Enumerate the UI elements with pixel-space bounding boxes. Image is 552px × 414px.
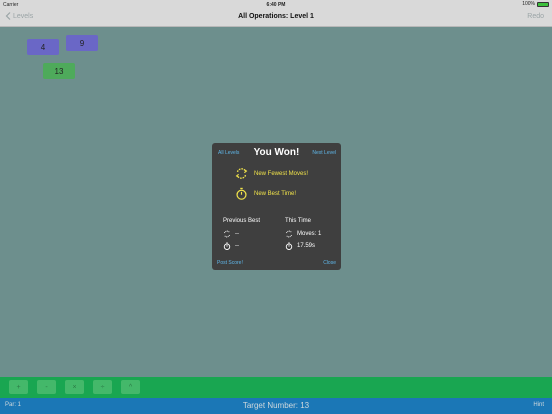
award-time-label: New Best Time! [254, 190, 297, 197]
previous-moves-row: -- [223, 228, 260, 240]
power-operation-button[interactable]: ^ [121, 380, 140, 394]
previous-best-section: Previous Best -- -- [223, 218, 260, 252]
moves-cycle-icon [286, 230, 292, 238]
moves-cycle-icon [224, 230, 230, 238]
status-bar: Carrier 6:40 PM 100% [0, 0, 552, 9]
navigation-bar: Levels All Operations: Level 1 Redo [0, 9, 552, 27]
previous-best-heading: Previous Best [223, 218, 261, 224]
previous-time-row: -- [223, 240, 260, 252]
award-fewest-moves: New Fewest Moves! [235, 167, 308, 180]
this-moves-value: Moves: 1 [297, 231, 322, 237]
battery-percent: 100% [522, 1, 535, 7]
win-dialog: All Levels You Won! Next Level New Fewes… [212, 143, 341, 270]
battery-icon [537, 1, 549, 7]
number-tile[interactable]: 4 [27, 39, 59, 55]
battery-indicator: 100% [522, 1, 549, 7]
this-time-row: 17.59s [285, 240, 321, 252]
stopwatch-icon [236, 187, 247, 200]
status-time: 6:40 PM [266, 2, 286, 8]
redo-button[interactable]: Redo [527, 13, 544, 20]
this-time-heading: This Time [285, 218, 312, 224]
this-moves-row: Moves: 1 [285, 228, 321, 240]
previous-moves-value: -- [235, 231, 239, 237]
target-number-label: Target Number: 13 [242, 401, 310, 410]
operations-bar: + - × ÷ ^ [0, 377, 552, 398]
result-tile[interactable]: 13 [43, 63, 75, 79]
award-moves-label: New Fewest Moves! [254, 170, 309, 177]
number-tile[interactable]: 9 [66, 35, 98, 51]
post-score-button[interactable]: Post Score! [217, 260, 243, 266]
moves-cycle-icon [235, 168, 248, 179]
close-button[interactable]: Close [323, 260, 336, 266]
page-title: All Operations: Level 1 [238, 13, 314, 20]
award-best-time: New Best Time! [235, 187, 296, 200]
stopwatch-icon [223, 242, 231, 250]
subtract-operation-button[interactable]: - [37, 380, 56, 394]
footer-bar: Par: 1 Target Number: 13 Hint [0, 398, 552, 414]
multiply-operation-button[interactable]: × [65, 380, 84, 394]
stopwatch-icon [285, 242, 293, 250]
next-level-button[interactable]: Next Level [312, 150, 336, 156]
this-time-section: This Time Moves: 1 17.59s [285, 218, 321, 252]
divide-operation-button[interactable]: ÷ [93, 380, 112, 394]
previous-time-value: -- [235, 243, 239, 249]
add-operation-button[interactable]: + [9, 380, 28, 394]
this-time-value: 17.59s [297, 243, 316, 249]
hint-button[interactable]: Hint [533, 402, 544, 408]
